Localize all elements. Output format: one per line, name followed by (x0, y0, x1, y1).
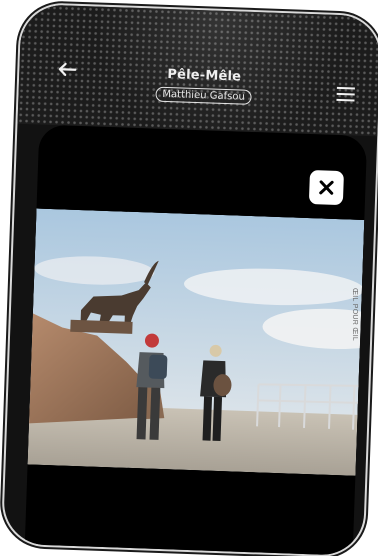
arrow-left-icon (58, 62, 77, 77)
author-badge[interactable]: Matthieu Gafsou (155, 86, 253, 105)
menu-button[interactable] (336, 86, 355, 104)
back-button[interactable] (55, 59, 80, 80)
photo-credit: ŒIL POUR ŒIL (351, 288, 358, 342)
close-icon (319, 180, 334, 195)
hamburger-menu-icon (336, 86, 355, 90)
hamburger-menu-icon (336, 92, 355, 96)
page-title: Pêle-Mêle (167, 66, 242, 85)
scene: Pêle-Mêle Matthieu Gafsou ŒIL POUR ŒIL (0, 0, 378, 556)
phone: Pêle-Mêle Matthieu Gafsou (2, 3, 378, 556)
media-panel (24, 124, 368, 556)
hamburger-menu-icon (336, 98, 355, 102)
close-button[interactable] (308, 170, 345, 206)
photo-image (27, 208, 365, 476)
app-header: Pêle-Mêle Matthieu Gafsou (17, 3, 378, 137)
title-block: Pêle-Mêle Matthieu Gafsou (138, 66, 269, 106)
photo[interactable] (27, 208, 365, 476)
